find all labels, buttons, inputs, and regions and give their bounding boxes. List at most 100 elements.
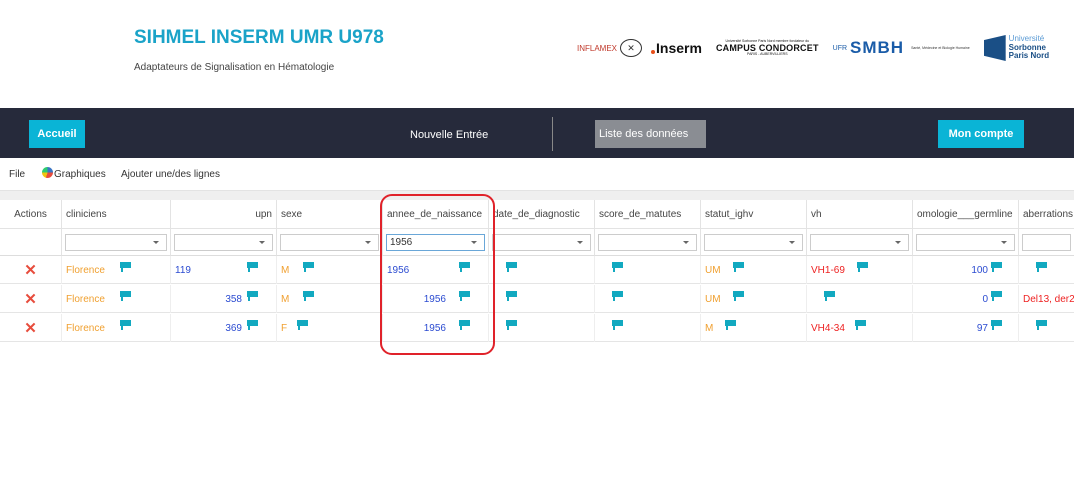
filter-aberrations[interactable]	[1019, 228, 1074, 256]
cell-homologie[interactable]: 100	[913, 256, 1019, 284]
menu-charts[interactable]: Graphiques	[54, 169, 106, 180]
account-button[interactable]: Mon compte	[938, 120, 1024, 148]
filter-date-diagnostic[interactable]	[489, 228, 595, 256]
comment-flag-icon[interactable]	[612, 262, 623, 272]
comment-flag-icon[interactable]	[991, 262, 1002, 272]
filter-homologie[interactable]	[913, 228, 1019, 256]
col-header-score-matutes[interactable]: score_de_matutes	[595, 200, 701, 228]
comment-flag-icon[interactable]	[506, 262, 517, 272]
cell-aberrations[interactable]	[1019, 256, 1074, 284]
cell-date-diagnostic[interactable]	[489, 256, 595, 284]
cell-clinician[interactable]: Florence	[62, 256, 171, 284]
comment-flag-icon[interactable]	[612, 291, 623, 301]
comment-flag-icon[interactable]	[120, 291, 131, 301]
cell-aberrations[interactable]	[1019, 314, 1074, 342]
campus-condorcet-logo: Université Sorbonne Paris Nord membre fo…	[715, 39, 819, 56]
inflamex-logo: INFLAMEX ✕	[577, 39, 643, 57]
cell-statut-ighv[interactable]: UM	[701, 285, 807, 313]
comment-flag-icon[interactable]	[247, 262, 258, 272]
cell-sexe[interactable]: M	[277, 256, 383, 284]
comment-flag-icon[interactable]	[991, 320, 1002, 330]
cell-sexe[interactable]: F	[277, 314, 383, 342]
nav-data-list[interactable]: Liste des données	[595, 120, 706, 148]
comment-flag-icon[interactable]	[855, 320, 866, 330]
cell-score-matutes[interactable]	[595, 256, 701, 284]
filter-statut-ighv[interactable]	[701, 228, 807, 256]
cell-upn[interactable]: 369	[171, 314, 277, 342]
comment-flag-icon[interactable]	[247, 320, 258, 330]
cell-upn[interactable]: 358	[171, 285, 277, 313]
cell-homologie[interactable]: 97	[913, 314, 1019, 342]
col-header-upn[interactable]: upn	[171, 200, 277, 228]
chevron-down-icon	[789, 241, 795, 244]
table-row: ✕ Florence 369 F 1956 M VH4-34 97	[0, 314, 1074, 342]
delete-row-icon[interactable]: ✕	[0, 256, 62, 284]
filter-cliniciens[interactable]	[62, 228, 171, 256]
cell-vh[interactable]: VH4-34	[807, 314, 913, 342]
cell-clinician[interactable]: Florence	[62, 314, 171, 342]
menu-add-lines[interactable]: Ajouter une/des lignes	[121, 169, 220, 180]
comment-flag-icon[interactable]	[120, 262, 131, 272]
col-header-actions[interactable]: Actions	[0, 200, 62, 228]
col-header-cliniciens[interactable]: cliniciens	[62, 200, 171, 228]
cell-statut-ighv[interactable]: UM	[701, 256, 807, 284]
comment-flag-icon[interactable]	[303, 262, 314, 272]
cell-homologie[interactable]: 0	[913, 285, 1019, 313]
chevron-down-icon	[683, 241, 689, 244]
data-grid: Actions cliniciens upn sexe annee_de_nai…	[0, 190, 1074, 493]
comment-flag-icon[interactable]	[247, 291, 258, 301]
filter-vh[interactable]	[807, 228, 913, 256]
filter-upn[interactable]	[171, 228, 277, 256]
nav-new-entry[interactable]: Nouvelle Entrée	[410, 129, 488, 141]
cell-clinician[interactable]: Florence	[62, 285, 171, 313]
cell-vh[interactable]: VH1-69	[807, 256, 913, 284]
comment-flag-icon[interactable]	[1036, 262, 1047, 272]
cell-date-diagnostic[interactable]	[489, 314, 595, 342]
app-title: SIHMEL INSERM UMR U978	[134, 27, 384, 48]
col-header-aberrations[interactable]: aberrations	[1019, 200, 1074, 228]
comment-flag-icon[interactable]	[303, 291, 314, 301]
comment-flag-icon[interactable]	[506, 320, 517, 330]
comment-flag-icon[interactable]	[857, 262, 868, 272]
cell-vh[interactable]	[807, 285, 913, 313]
comment-flag-icon[interactable]	[733, 262, 744, 272]
delete-row-icon[interactable]: ✕	[0, 285, 62, 313]
highlight-annotation	[380, 194, 495, 355]
comment-flag-icon[interactable]	[506, 291, 517, 301]
smbh-logo: UFR SMBH Santé, Médecine et Biologie Hum…	[832, 38, 970, 57]
cell-upn[interactable]: 119	[171, 256, 277, 284]
comment-flag-icon[interactable]	[824, 291, 835, 301]
comment-flag-icon[interactable]	[991, 291, 1002, 301]
cell-score-matutes[interactable]	[595, 285, 701, 313]
comment-flag-icon[interactable]	[725, 320, 736, 330]
col-header-vh[interactable]: vh	[807, 200, 913, 228]
comment-flag-icon[interactable]	[733, 291, 744, 301]
app-subtitle: Adaptateurs de Signalisation en Hématolo…	[134, 62, 335, 73]
home-button[interactable]: Accueil	[29, 120, 85, 148]
col-header-homologie[interactable]: omologie___germline	[913, 200, 1019, 228]
col-header-statut-ighv[interactable]: statut_ighv	[701, 200, 807, 228]
usorb-shape-icon	[983, 34, 1006, 61]
col-header-sexe[interactable]: sexe	[277, 200, 383, 228]
chevron-down-icon	[259, 241, 265, 244]
cell-date-diagnostic[interactable]	[489, 285, 595, 313]
pie-chart-icon[interactable]	[42, 167, 53, 178]
cell-sexe[interactable]: M	[277, 285, 383, 313]
cell-score-matutes[interactable]	[595, 314, 701, 342]
comment-flag-icon[interactable]	[1036, 320, 1047, 330]
table-row: ✕ Florence 358 M 1956 UM 0 Del13, der2	[0, 285, 1074, 313]
cell-statut-ighv[interactable]: M	[701, 314, 807, 342]
filter-sexe[interactable]	[277, 228, 383, 256]
col-header-date-diagnostic[interactable]: date_de_diagnostic	[489, 200, 595, 228]
menu-file[interactable]: File	[9, 169, 25, 180]
nav-divider	[552, 117, 553, 151]
delete-row-icon[interactable]: ✕	[0, 314, 62, 342]
comment-flag-icon[interactable]	[612, 320, 623, 330]
comment-flag-icon[interactable]	[297, 320, 308, 330]
universite-sorbonne-paris-nord-logo: Université Sorbonne Paris Nord	[983, 34, 1049, 61]
cell-aberrations[interactable]: Del13, der2	[1019, 285, 1074, 313]
inserm-logo: Inserm	[651, 40, 702, 56]
filter-score-matutes[interactable]	[595, 228, 701, 256]
grid-menubar: File Graphiques Ajouter une/des lignes	[0, 164, 1074, 186]
comment-flag-icon[interactable]	[120, 320, 131, 330]
